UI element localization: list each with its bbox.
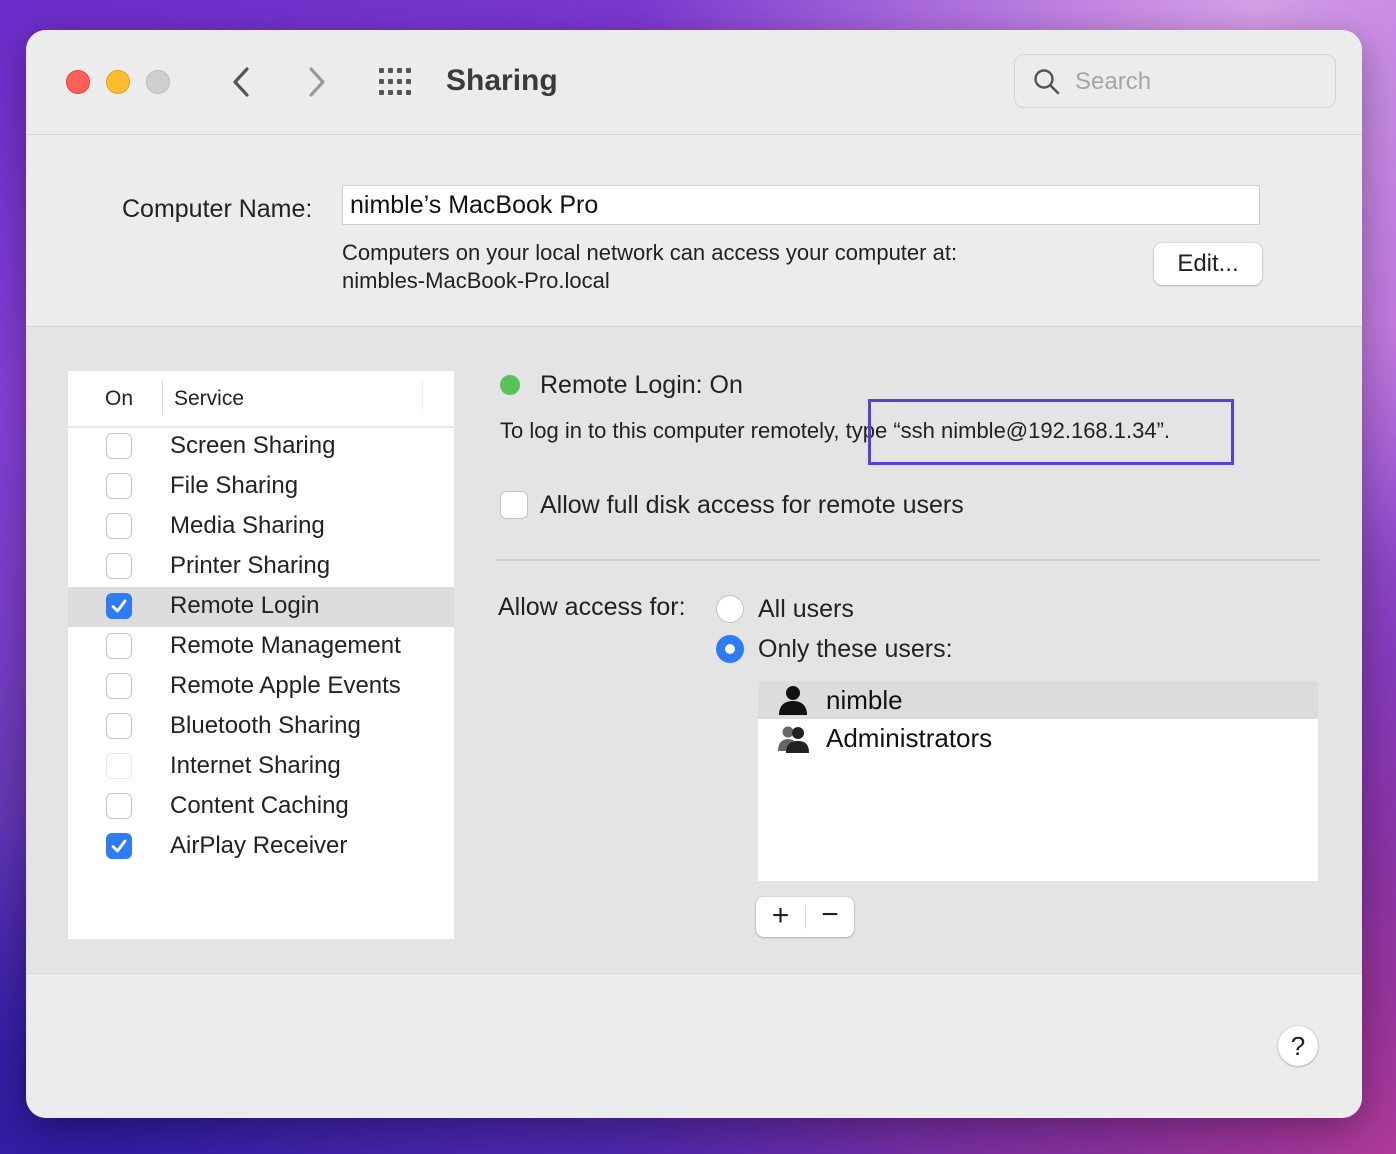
service-label: Remote Login bbox=[170, 592, 320, 619]
service-label: Internet Sharing bbox=[170, 752, 341, 779]
chevron-right-icon bbox=[309, 67, 325, 97]
service-row[interactable]: Content Caching bbox=[68, 787, 454, 827]
full-disk-access-label: Allow full disk access for remote users bbox=[540, 491, 964, 519]
group-users-icon bbox=[778, 726, 809, 753]
column-header-on[interactable]: On bbox=[105, 385, 133, 413]
service-checkbox[interactable] bbox=[106, 433, 132, 459]
service-label: Printer Sharing bbox=[170, 552, 331, 579]
annotation-highlight-box bbox=[868, 399, 1234, 465]
column-divider bbox=[162, 381, 163, 415]
service-label: Bluetooth Sharing bbox=[170, 712, 361, 739]
service-label: Remote Apple Events bbox=[170, 672, 401, 699]
toolbar: Sharing Search bbox=[26, 30, 1362, 135]
search-field[interactable]: Search bbox=[1014, 54, 1336, 108]
user-row[interactable]: Administrators bbox=[758, 719, 1318, 757]
computer-name-label: Computer Name: bbox=[122, 195, 313, 223]
service-checkbox[interactable] bbox=[106, 793, 132, 819]
service-checkbox[interactable] bbox=[106, 753, 132, 779]
service-label: Screen Sharing bbox=[170, 432, 336, 459]
all-users-label[interactable]: All users bbox=[758, 593, 854, 625]
service-row[interactable]: Media Sharing bbox=[68, 507, 454, 547]
show-all-grid-button[interactable] bbox=[378, 66, 418, 98]
column-header-service[interactable]: Service bbox=[174, 385, 244, 413]
service-row[interactable]: Remote Management bbox=[68, 627, 454, 667]
close-window-button[interactable] bbox=[66, 70, 90, 94]
service-checkbox[interactable] bbox=[106, 553, 132, 579]
add-remove-control: + − bbox=[756, 897, 854, 937]
search-placeholder: Search bbox=[1075, 68, 1152, 95]
only-these-users-radio[interactable] bbox=[716, 635, 744, 663]
sharing-panel: On Service Screen Sharing File Sharing Med… bbox=[26, 326, 1362, 974]
checkmark-icon bbox=[111, 599, 127, 613]
service-label: File Sharing bbox=[170, 472, 299, 499]
forward-button[interactable] bbox=[298, 64, 334, 100]
service-row[interactable]: AirPlay Receiver bbox=[68, 827, 454, 867]
service-row[interactable]: Remote Apple Events bbox=[68, 667, 454, 707]
service-checkbox[interactable] bbox=[106, 593, 132, 619]
back-button[interactable] bbox=[224, 64, 260, 100]
computer-name-section: Computer Name: nimble’s MacBook Pro Comp… bbox=[26, 135, 1362, 325]
service-checkbox[interactable] bbox=[106, 513, 132, 539]
only-these-users-label[interactable]: Only these users: bbox=[758, 633, 953, 665]
remote-login-status: Remote Login: On bbox=[540, 371, 743, 399]
service-label: Media Sharing bbox=[170, 512, 325, 539]
service-checkbox[interactable] bbox=[106, 633, 132, 659]
checkmark-icon bbox=[111, 839, 127, 853]
service-label: Remote Management bbox=[170, 632, 401, 659]
service-checkbox[interactable] bbox=[106, 713, 132, 739]
local-hostname: nimbles-MacBook-Pro.local bbox=[342, 268, 610, 293]
search-icon bbox=[1034, 69, 1060, 95]
edit-hostname-button[interactable]: Edit... bbox=[1154, 243, 1262, 285]
service-label: AirPlay Receiver bbox=[170, 832, 348, 859]
service-row[interactable]: Internet Sharing bbox=[68, 747, 454, 787]
service-row[interactable]: Remote Login bbox=[68, 587, 454, 627]
services-list: On Service Screen Sharing File Sharing Med… bbox=[68, 371, 454, 939]
user-row[interactable]: nimble bbox=[758, 681, 1318, 719]
user-name: nimble bbox=[826, 685, 903, 715]
computer-name-input[interactable]: nimble’s MacBook Pro bbox=[342, 185, 1260, 225]
full-disk-access-checkbox[interactable] bbox=[500, 491, 528, 519]
window-title: Sharing bbox=[446, 64, 558, 97]
help-button[interactable]: ? bbox=[1278, 1026, 1318, 1066]
status-indicator-dot bbox=[500, 375, 520, 395]
allowed-users-list: nimble Administrators bbox=[758, 681, 1318, 881]
system-preferences-window: Sharing Search Computer Name: nimble’s M… bbox=[26, 30, 1362, 1118]
chevron-left-icon bbox=[233, 67, 249, 97]
column-divider bbox=[422, 381, 423, 415]
service-label: Content Caching bbox=[170, 792, 349, 819]
zoom-window-button[interactable] bbox=[146, 70, 170, 94]
remove-user-button[interactable]: − bbox=[806, 897, 854, 937]
all-users-radio[interactable] bbox=[716, 595, 744, 623]
service-row[interactable]: Screen Sharing bbox=[68, 427, 454, 467]
service-row[interactable]: Printer Sharing bbox=[68, 547, 454, 587]
user-name: Administrators bbox=[826, 723, 993, 753]
allow-access-label: Allow access for: bbox=[498, 593, 686, 621]
service-row[interactable]: File Sharing bbox=[68, 467, 454, 507]
service-checkbox[interactable] bbox=[106, 673, 132, 699]
services-list-header: On Service bbox=[68, 371, 454, 428]
minimize-window-button[interactable] bbox=[106, 70, 130, 94]
grid-icon bbox=[379, 68, 411, 95]
section-divider bbox=[496, 559, 1320, 561]
add-user-button[interactable]: + bbox=[756, 897, 805, 937]
single-user-icon bbox=[779, 686, 807, 715]
network-access-description: Computers on your local network can acce… bbox=[342, 240, 958, 265]
service-checkbox[interactable] bbox=[106, 473, 132, 499]
service-row[interactable]: Bluetooth Sharing bbox=[68, 707, 454, 747]
service-checkbox[interactable] bbox=[106, 833, 132, 859]
